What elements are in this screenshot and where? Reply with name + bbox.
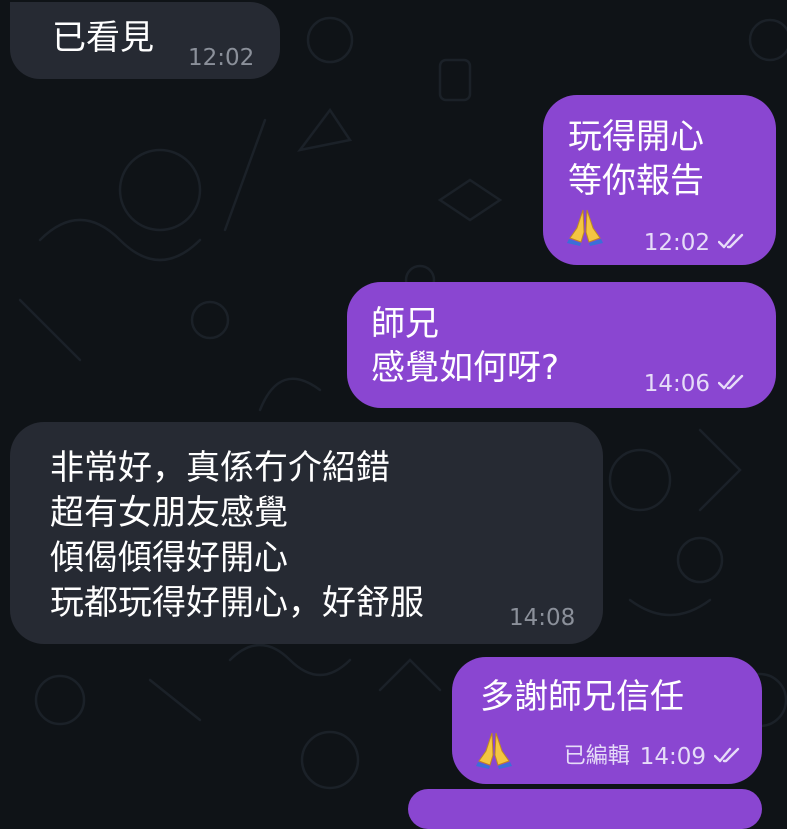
message-time: 12:02 bbox=[188, 45, 255, 71]
message-time: 14:06 bbox=[643, 371, 710, 397]
message-time: 14:08 bbox=[509, 605, 576, 631]
message-text: 超有女朋友感覺 bbox=[50, 493, 288, 533]
edited-label: 已編輯 bbox=[563, 744, 630, 769]
read-receipt-icon bbox=[717, 230, 748, 256]
message-text: 傾偈傾得好開心 bbox=[50, 538, 288, 578]
read-receipt-icon bbox=[713, 744, 744, 770]
praying-hands-icon bbox=[565, 206, 605, 246]
read-receipt-icon bbox=[717, 371, 748, 397]
message-text: 玩得開心 bbox=[568, 117, 704, 157]
message-bubble-outgoing[interactable]: 多謝師兄信任 已編輯 14:09 bbox=[452, 657, 762, 784]
message-text: 非常好，真係冇介紹錯 bbox=[50, 448, 390, 488]
message-bubble-incoming[interactable]: 非常好，真係冇介紹錯 超有女朋友感覺 傾偈傾得好開心 玩都玩得好開心，好舒服 1… bbox=[10, 422, 603, 644]
message-bubble-outgoing[interactable]: 玩得開心 等你報告 12:02 bbox=[543, 95, 776, 265]
message-bubble-incoming[interactable]: 已看見 12:02 bbox=[10, 2, 280, 79]
message-text: 已看見 bbox=[52, 18, 154, 58]
message-text: 等你報告 bbox=[568, 161, 704, 201]
message-time: 12:02 bbox=[643, 230, 710, 256]
message-text: 玩都玩得好開心，好舒服 bbox=[50, 583, 424, 623]
praying-hands-icon bbox=[474, 729, 514, 769]
message-bubble-outgoing[interactable]: 師兄 感覺如何呀? 14:06 bbox=[347, 282, 776, 408]
message-text: 多謝師兄信任 bbox=[480, 677, 684, 717]
message-bubble-outgoing-partial[interactable] bbox=[408, 789, 762, 829]
message-text: 師兄 bbox=[371, 304, 439, 344]
message-text: 感覺如何呀? bbox=[371, 348, 560, 388]
message-time: 14:09 bbox=[639, 744, 706, 770]
